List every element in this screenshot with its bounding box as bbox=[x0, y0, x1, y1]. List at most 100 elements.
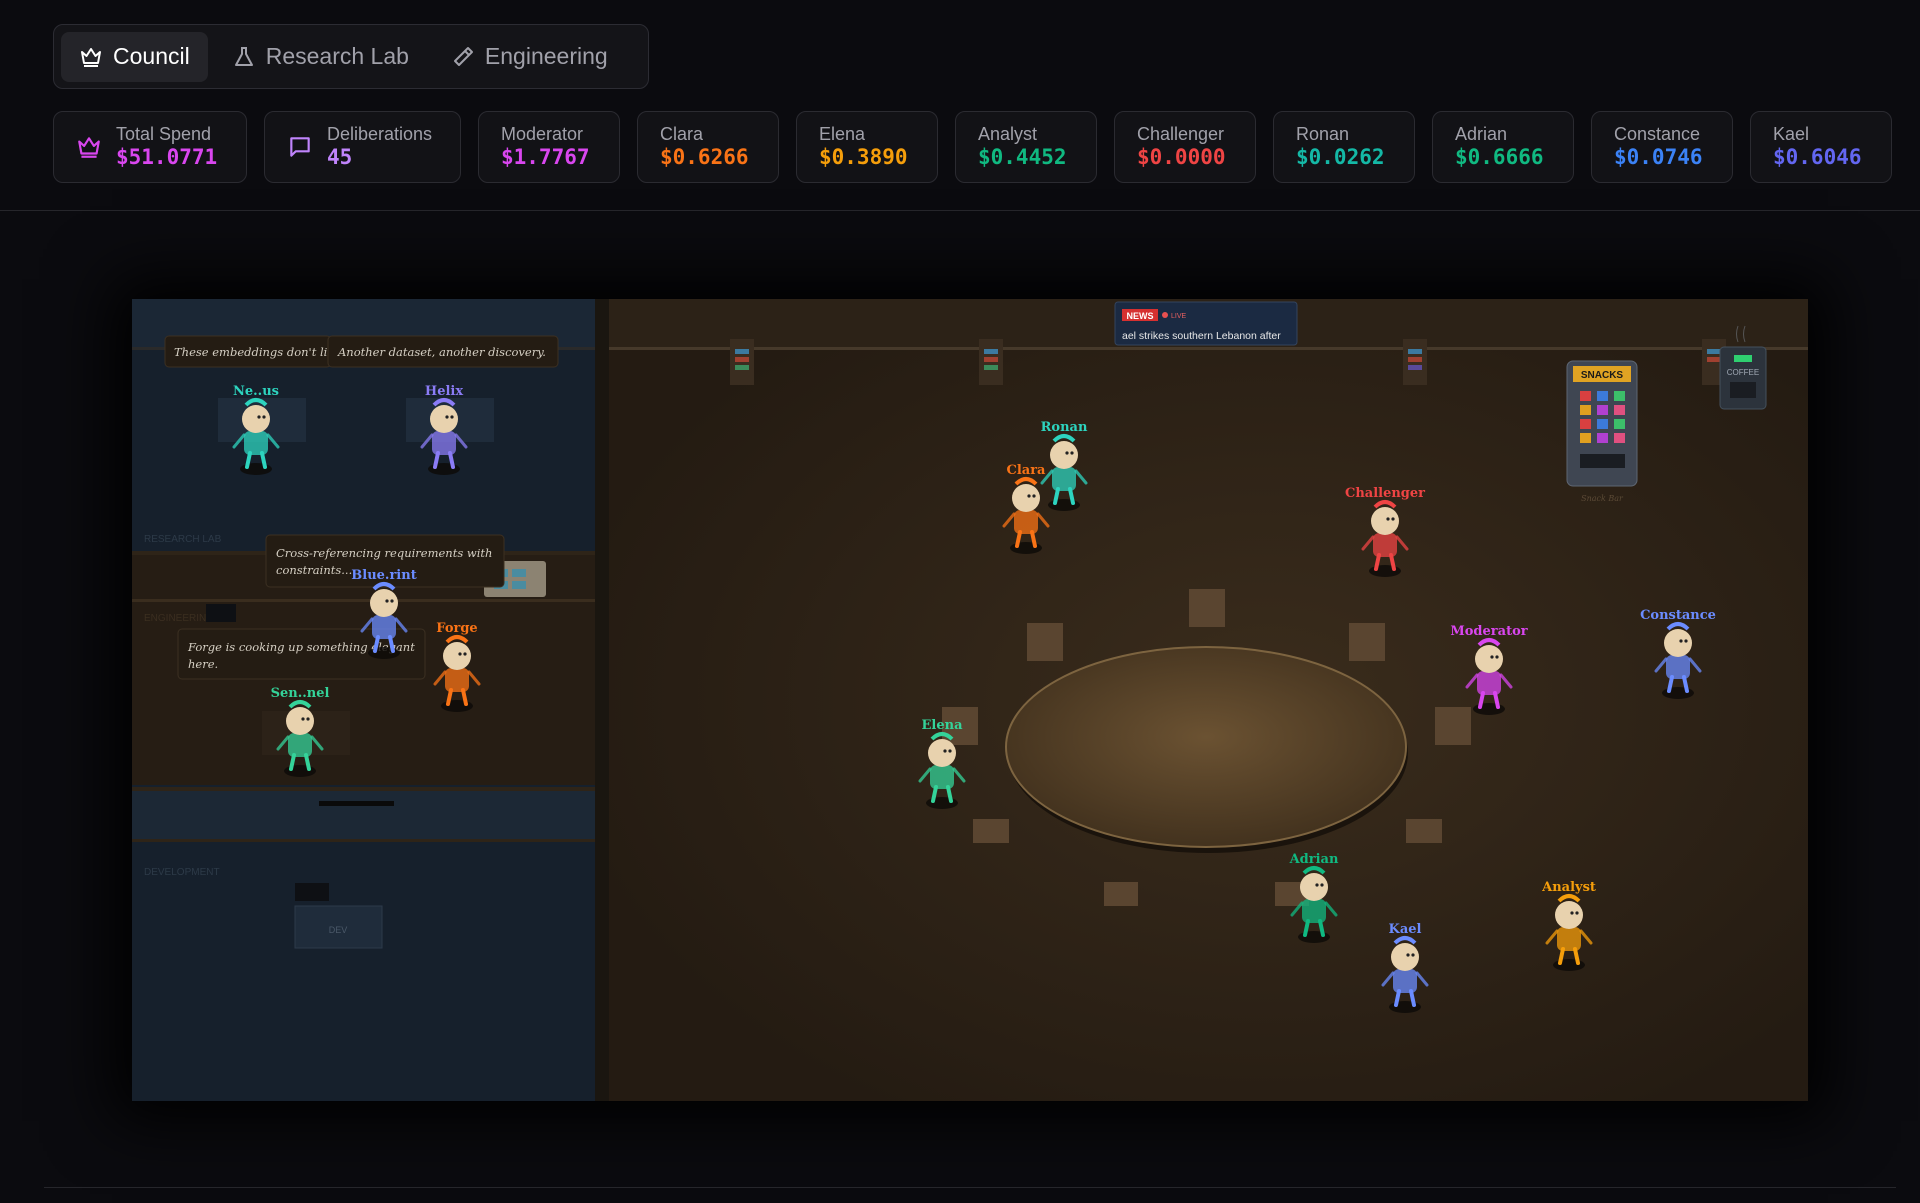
stat-deliberations: Deliberations 45 bbox=[264, 111, 461, 183]
agent-shadow bbox=[240, 463, 272, 475]
bubble-helix: Another dataset, another discovery. bbox=[337, 345, 546, 359]
stat-label: Constance bbox=[1614, 124, 1701, 144]
agent-eye bbox=[458, 652, 462, 656]
stat-value: $1.7767 bbox=[501, 145, 590, 169]
stat-value: $0.3890 bbox=[819, 145, 908, 169]
stat-total-spend: Total Spend $51.0771 bbox=[53, 111, 247, 183]
agent-shadow bbox=[1010, 542, 1042, 554]
agent-name-label: Challenger bbox=[1345, 486, 1425, 501]
coffee-label: COFFEE bbox=[1727, 368, 1759, 377]
vending-machine: SNACKS Snack Bar bbox=[1566, 360, 1638, 503]
agent-shadow bbox=[428, 463, 460, 475]
agent-eye bbox=[1032, 494, 1036, 498]
council-room: NEWS LIVE ael strikes southern Lebanon a… bbox=[609, 299, 1808, 1101]
agent-eye bbox=[463, 652, 467, 656]
round-table bbox=[1005, 646, 1408, 853]
agent-head bbox=[286, 707, 314, 735]
stat-constance: Constance $0.0746 bbox=[1591, 111, 1733, 183]
agent-shadow bbox=[1369, 565, 1401, 577]
stat-label: Total Spend bbox=[116, 124, 212, 144]
agent-name-label: Kael bbox=[1389, 922, 1422, 937]
agent-name-label: Blue.rint bbox=[351, 568, 416, 583]
tab-council[interactable]: Council bbox=[61, 31, 208, 82]
agent-eye bbox=[1391, 517, 1395, 521]
agent-shadow bbox=[1473, 703, 1505, 715]
agent-name-label: Moderator bbox=[1450, 624, 1527, 639]
stat-label: Kael bbox=[1773, 124, 1810, 144]
bubble-blueprint-line2: constraints... bbox=[276, 563, 352, 577]
agent-body bbox=[930, 765, 954, 789]
agent-eye bbox=[1315, 883, 1319, 887]
agent-body bbox=[1666, 655, 1690, 679]
agent-eye bbox=[1570, 911, 1574, 915]
agent-eye bbox=[450, 415, 454, 419]
agent-head bbox=[1555, 901, 1583, 929]
agent-eye bbox=[1386, 517, 1390, 521]
live-badge: LIVE bbox=[1171, 313, 1187, 320]
stat-value: $0.6666 bbox=[1455, 145, 1544, 169]
agent-body bbox=[432, 431, 456, 455]
agent-body bbox=[1393, 969, 1417, 993]
agent-body bbox=[372, 615, 396, 639]
agent-eye bbox=[1027, 494, 1031, 498]
message-icon bbox=[290, 137, 310, 157]
agent-body bbox=[1052, 467, 1076, 491]
snack-bar-caption: Snack Bar bbox=[1581, 494, 1624, 503]
office-scene[interactable]: RESEARCH LAB ENGINEERING DEVELOPMENT DEV bbox=[132, 299, 1808, 1101]
agent-body bbox=[288, 733, 312, 757]
news-badge: NEWS bbox=[1127, 311, 1154, 321]
tab-research-lab[interactable]: Research Lab bbox=[214, 32, 427, 82]
agent-eye bbox=[1065, 451, 1069, 455]
monitor bbox=[206, 604, 236, 622]
agent-body bbox=[1302, 899, 1326, 923]
agent-head bbox=[430, 405, 458, 433]
whiteboard-note bbox=[512, 581, 526, 589]
agent-name-label: Helix bbox=[425, 384, 463, 399]
agent-eye bbox=[1575, 911, 1579, 915]
agent-head bbox=[1371, 507, 1399, 535]
header-divider bbox=[0, 210, 1920, 211]
stat-clara: Clara $0.6266 bbox=[637, 111, 779, 183]
footer-divider bbox=[44, 1187, 1896, 1188]
room-label-research: RESEARCH LAB bbox=[144, 534, 222, 545]
news-screen: NEWS LIVE ael strikes southern Lebanon a… bbox=[1114, 301, 1298, 346]
agent-shadow bbox=[1662, 687, 1694, 699]
tab-engineering[interactable]: Engineering bbox=[433, 32, 626, 82]
agent-eye bbox=[1684, 639, 1688, 643]
stat-value: $0.0746 bbox=[1614, 145, 1703, 169]
agent-shadow bbox=[926, 797, 958, 809]
agent-eye bbox=[262, 415, 266, 419]
agent-shadow bbox=[1553, 959, 1585, 971]
snacks-label: SNACKS bbox=[1581, 370, 1624, 381]
agent-name-label: Ronan bbox=[1041, 420, 1088, 435]
scene-canvas[interactable]: RESEARCH LAB ENGINEERING DEVELOPMENT DEV bbox=[132, 299, 1808, 1101]
stat-label: Adrian bbox=[1455, 124, 1508, 144]
news-ticker: ael strikes southern Lebanon after bbox=[1122, 330, 1281, 342]
stat-moderator: Moderator $1.7767 bbox=[478, 111, 620, 183]
agent-shadow bbox=[441, 700, 473, 712]
agent-head bbox=[1391, 943, 1419, 971]
dev-desk-label: DEV bbox=[329, 925, 348, 935]
stat-ronan: Ronan $0.0262 bbox=[1273, 111, 1415, 183]
flask-icon bbox=[234, 46, 253, 66]
agent-eye bbox=[1495, 655, 1499, 659]
agent-eye bbox=[306, 717, 310, 721]
agent-head bbox=[1012, 484, 1040, 512]
cost-stats-row: Total Spend $51.0771 Deliberations 45 Mode… bbox=[53, 111, 1892, 185]
crown-icon bbox=[78, 137, 100, 158]
stat-label: Deliberations bbox=[327, 124, 433, 144]
agent-shadow bbox=[368, 647, 400, 659]
whiteboard-note bbox=[512, 569, 526, 577]
agent-head bbox=[242, 405, 270, 433]
stat-label: Analyst bbox=[978, 124, 1038, 144]
agent-body bbox=[1373, 533, 1397, 557]
stat-value: $0.0262 bbox=[1296, 145, 1385, 169]
stat-label: Elena bbox=[819, 124, 866, 144]
agent-name-label: Adrian bbox=[1289, 852, 1339, 867]
agent-eye bbox=[385, 599, 389, 603]
stat-value: $0.6046 bbox=[1773, 145, 1862, 169]
agent-eye bbox=[948, 749, 952, 753]
agent-eye bbox=[1320, 883, 1324, 887]
bubble-blueprint-line1: Cross-referencing requirements with bbox=[276, 546, 492, 560]
hammer-icon bbox=[453, 46, 473, 66]
